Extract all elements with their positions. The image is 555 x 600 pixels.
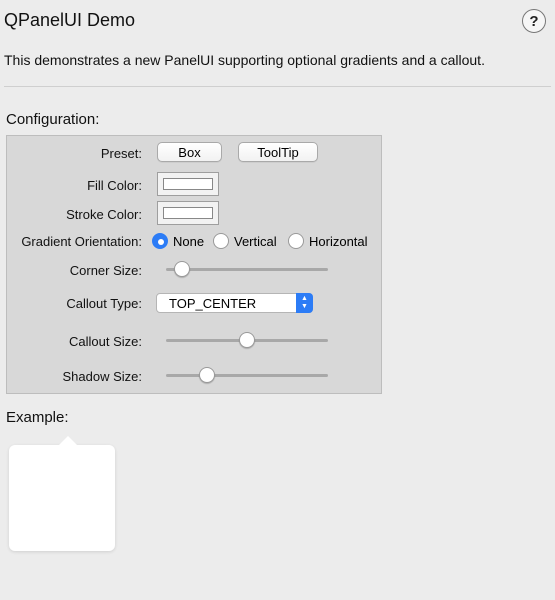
gradient-orientation-label: Gradient Orientation: bbox=[21, 234, 142, 249]
slider-track bbox=[166, 268, 328, 271]
gradient-none-label: None bbox=[173, 233, 205, 249]
callout-type-value: TOP_CENTER bbox=[169, 296, 257, 311]
fill-color-swatch bbox=[163, 178, 213, 190]
description-text: This demonstrates a new PanelUI supporti… bbox=[4, 52, 485, 68]
preset-label: Preset: bbox=[100, 146, 142, 161]
example-heading: Example: bbox=[6, 409, 69, 426]
callout-size-label: Callout Size: bbox=[69, 334, 142, 349]
preset-tooltip-button[interactable]: ToolTip bbox=[238, 142, 318, 162]
configuration-panel: Preset: Box ToolTip Fill Color: Stroke C… bbox=[6, 135, 382, 394]
slider-thumb[interactable] bbox=[198, 367, 215, 383]
radio-unchecked-icon bbox=[288, 233, 304, 249]
preset-box-button[interactable]: Box bbox=[157, 142, 222, 162]
radio-checked-icon bbox=[152, 233, 168, 249]
slider-thumb[interactable] bbox=[174, 261, 191, 277]
corner-size-label: Corner Size: bbox=[69, 263, 142, 278]
divider bbox=[4, 86, 551, 87]
help-button[interactable]: ? bbox=[522, 9, 546, 33]
stroke-color-label: Stroke Color: bbox=[66, 207, 142, 222]
configuration-heading: Configuration: bbox=[6, 111, 100, 128]
slider-thumb[interactable] bbox=[239, 332, 255, 348]
fill-color-well[interactable] bbox=[157, 172, 219, 196]
callout-size-slider[interactable] bbox=[166, 330, 328, 350]
radio-unchecked-icon bbox=[213, 233, 229, 249]
select-arrows-icon: ▲ ▼ bbox=[296, 293, 313, 313]
example-callout-panel bbox=[9, 436, 115, 551]
corner-size-slider[interactable] bbox=[166, 259, 328, 279]
gradient-vertical-label: Vertical bbox=[234, 233, 277, 249]
window-title: QPanelUI Demo bbox=[4, 10, 136, 30]
gradient-none-radio[interactable]: None bbox=[152, 233, 204, 249]
shadow-size-label: Shadow Size: bbox=[62, 369, 143, 384]
stroke-color-well[interactable] bbox=[157, 201, 219, 225]
fill-color-label: Fill Color: bbox=[87, 178, 142, 193]
shadow-size-slider[interactable] bbox=[166, 365, 328, 385]
slider-track bbox=[166, 374, 328, 377]
gradient-horizontal-radio[interactable]: Horizontal bbox=[288, 233, 368, 249]
callout-type-select[interactable]: TOP_CENTER ▲ ▼ bbox=[156, 293, 313, 313]
stroke-color-swatch bbox=[163, 207, 213, 219]
callout-pointer bbox=[59, 436, 77, 445]
gradient-horizontal-label: Horizontal bbox=[309, 233, 368, 249]
callout-type-label: Callout Type: bbox=[66, 296, 142, 311]
gradient-vertical-radio[interactable]: Vertical bbox=[213, 233, 277, 249]
